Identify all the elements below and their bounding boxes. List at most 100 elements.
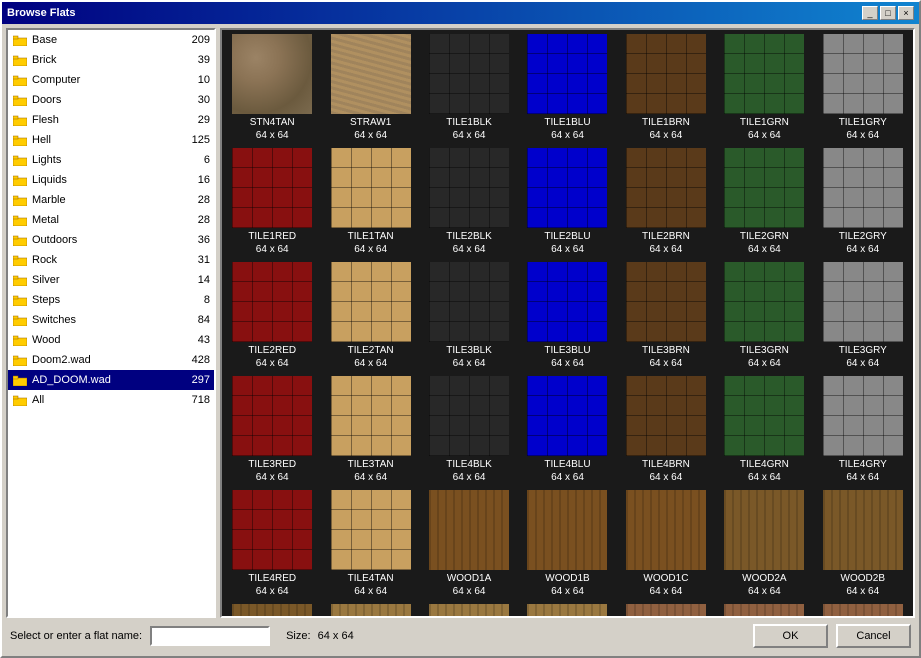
sidebar-item-count: 10 [180,74,210,86]
sidebar-item-doors[interactable]: Doors 30 [8,90,214,110]
sidebar-item-label: Outdoors [32,234,180,246]
texture-cell[interactable]: TILE3RED64 x 64 [224,374,320,486]
texture-cell[interactable]: WOOD1B64 x 64 [519,488,615,600]
texture-cell[interactable]: WOOD2B64 x 64 [815,488,911,600]
texture-cell[interactable]: TILE4RED64 x 64 [224,488,320,600]
folder-icon [12,252,28,268]
texture-cell[interactable]: TILE3BLK64 x 64 [421,260,517,372]
sidebar-item-metal[interactable]: Metal 28 [8,210,214,230]
sidebar-item-count: 6 [180,154,210,166]
texture-cell[interactable]: WOOD2A64 x 64 [716,488,812,600]
texture-cell[interactable]: WOOD3C64 x 64 [519,602,615,618]
texture-cell[interactable]: WOOD3A64 x 64 [322,602,418,618]
texture-grid: STN4TAN64 x 64STRAW164 x 64 TILE1BLK64 x … [222,30,913,618]
sidebar-item-switches[interactable]: Switches 84 [8,310,214,330]
maximize-button[interactable]: □ [880,6,896,20]
sidebar-item-liquids[interactable]: Liquids 16 [8,170,214,190]
sidebar-item-ad_doom-wad[interactable]: AD_DOOM.wad 297 [8,370,214,390]
texture-cell[interactable]: WOOD4A64 x 64 [618,602,714,618]
texture-cell[interactable]: TILE4TAN64 x 64 [322,488,418,600]
texture-cell[interactable]: TILE1GRY64 x 64 [815,32,911,144]
texture-cell[interactable]: TILE2BRN64 x 64 [618,146,714,258]
sidebar-item-outdoors[interactable]: Outdoors 36 [8,230,214,250]
texture-label: TILE1BLU64 x 64 [544,116,590,142]
sidebar-item-rock[interactable]: Rock 31 [8,250,214,270]
folder-icon [12,32,28,48]
texture-cell[interactable]: TILE1RED64 x 64 [224,146,320,258]
sidebar-item-count: 29 [180,114,210,126]
texture-cell[interactable]: WOOD3B64 x 64 [421,602,517,618]
texture-cell[interactable]: TILE1BLU64 x 64 [519,32,615,144]
texture-label: TILE3GRN64 x 64 [740,344,789,370]
texture-thumbnail [626,262,706,342]
sidebar-item-wood[interactable]: Wood 43 [8,330,214,350]
texture-label: TILE2TAN64 x 64 [348,344,394,370]
texture-label: TILE2GRN64 x 64 [740,230,789,256]
cancel-button[interactable]: Cancel [836,624,911,648]
texture-cell[interactable]: WOOD1C64 x 64 [618,488,714,600]
folder-icon [12,132,28,148]
texture-cell[interactable]: TILE4GRY64 x 64 [815,374,911,486]
sidebar-item-flesh[interactable]: Flesh 29 [8,110,214,130]
flat-name-input[interactable] [150,626,270,646]
texture-cell[interactable]: WOOD1A64 x 64 [421,488,517,600]
texture-cell[interactable]: STN4TAN64 x 64 [224,32,320,144]
sidebar-item-marble[interactable]: Marble 28 [8,190,214,210]
folder-icon [12,372,28,388]
texture-cell[interactable]: TILE4BRN64 x 64 [618,374,714,486]
sidebar-item-count: 43 [180,334,210,346]
texture-cell[interactable]: TILE2BLU64 x 64 [519,146,615,258]
texture-thumbnail [527,490,607,570]
sidebar-item-brick[interactable]: Brick 39 [8,50,214,70]
texture-thumbnail [331,148,411,228]
texture-cell[interactable]: TILE1TAN64 x 64 [322,146,418,258]
close-button[interactable]: × [898,6,914,20]
texture-cell[interactable]: TILE2TAN64 x 64 [322,260,418,372]
sidebar-item-hell[interactable]: Hell 125 [8,130,214,150]
texture-label: WOOD2A64 x 64 [742,572,786,598]
sidebar-item-silver[interactable]: Silver 14 [8,270,214,290]
texture-cell[interactable]: WOOD2C64 x 64 [224,602,320,618]
texture-cell[interactable]: TILE3TAN64 x 64 [322,374,418,486]
texture-cell[interactable]: TILE2RED64 x 64 [224,260,320,372]
texture-cell[interactable]: TILE1BLK64 x 64 [421,32,517,144]
sidebar-item-doom2-wad[interactable]: Doom2.wad 428 [8,350,214,370]
sidebar-item-label: Doors [32,94,180,106]
sidebar-item-base[interactable]: Base 209 [8,30,214,50]
texture-thumbnail [823,262,903,342]
texture-label: TILE1BLK64 x 64 [446,116,492,142]
ok-button[interactable]: OK [753,624,828,648]
minimize-button[interactable]: _ [862,6,878,20]
texture-cell[interactable]: WOOD4B64 x 64 [716,602,812,618]
texture-label: TILE1GRY64 x 64 [839,116,887,142]
texture-cell[interactable]: TILE4GRN64 x 64 [716,374,812,486]
folder-icon [12,72,28,88]
folder-icon [12,92,28,108]
folder-icon [12,112,28,128]
texture-label: TILE4BRN64 x 64 [642,458,690,484]
texture-cell[interactable]: TILE2GRN64 x 64 [716,146,812,258]
texture-cell[interactable]: TILE4BLK64 x 64 [421,374,517,486]
sidebar-item-steps[interactable]: Steps 8 [8,290,214,310]
texture-cell[interactable]: TILE3BLU64 x 64 [519,260,615,372]
texture-cell[interactable]: TILE1GRN64 x 64 [716,32,812,144]
sidebar-item-lights[interactable]: Lights 6 [8,150,214,170]
sidebar-item-label: Base [32,34,180,46]
texture-cell[interactable]: TILE3BRN64 x 64 [618,260,714,372]
sidebar-item-label: Brick [32,54,180,66]
texture-label: TILE2BLU64 x 64 [544,230,590,256]
folder-icon [12,272,28,288]
texture-cell[interactable]: TILE3GRY64 x 64 [815,260,911,372]
texture-cell[interactable]: TILE2GRY64 x 64 [815,146,911,258]
texture-cell[interactable]: TILE3GRN64 x 64 [716,260,812,372]
folder-icon [12,352,28,368]
texture-cell[interactable]: TILE2BLK64 x 64 [421,146,517,258]
texture-thumbnail [823,604,903,618]
texture-cell[interactable]: STRAW164 x 64 [322,32,418,144]
texture-cell[interactable]: TILE1BRN64 x 64 [618,32,714,144]
texture-panel[interactable]: STN4TAN64 x 64STRAW164 x 64 TILE1BLK64 x … [220,28,915,618]
texture-cell[interactable]: WOOD4C64 x 64 [815,602,911,618]
texture-cell[interactable]: TILE4BLU64 x 64 [519,374,615,486]
sidebar-item-computer[interactable]: Computer 10 [8,70,214,90]
sidebar-item-all[interactable]: All 718 [8,390,214,410]
